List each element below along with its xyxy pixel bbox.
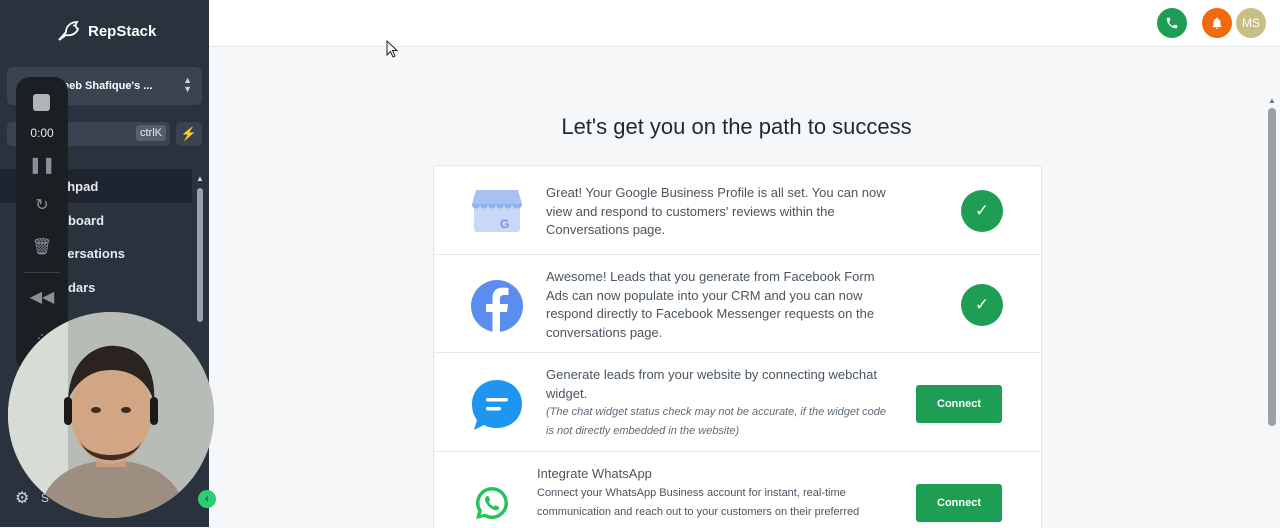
connect-whatsapp-button[interactable]: Connect: [916, 484, 1002, 522]
scroll-up-icon[interactable]: ▲: [1268, 96, 1276, 105]
chevron-left-icon: ‹: [205, 493, 209, 505]
row-description: Great! Your Google Business Profile is a…: [546, 185, 886, 238]
rewind-icon[interactable]: ◀◀: [16, 287, 68, 307]
recording-timer: 0:00: [30, 126, 54, 140]
sidebar-scrollbar[interactable]: ▲: [195, 174, 205, 324]
bell-icon: [1212, 17, 1222, 29]
notifications-button[interactable]: [1202, 8, 1232, 38]
webcam-overlay: [8, 312, 214, 518]
scrollbar-thumb[interactable]: [197, 188, 203, 322]
main-scrollbar[interactable]: ▲: [1266, 96, 1278, 527]
gear-icon[interactable]: ⚙: [15, 488, 29, 508]
chat-bubble-icon: [472, 380, 522, 430]
list-item-facebook: Awesome! Leads that you generate from Fa…: [434, 254, 1041, 353]
phone-button[interactable]: [1157, 8, 1187, 38]
list-item-webchat: Generate leads from your website by conn…: [434, 352, 1041, 452]
whatsapp-icon: [476, 487, 508, 519]
bird-logo-icon: [58, 21, 80, 41]
restart-icon[interactable]: ↻: [16, 195, 68, 215]
scroll-up-icon[interactable]: ▲: [196, 174, 204, 183]
check-circle-icon: ✓: [961, 284, 1003, 326]
row-title: Integrate WhatsApp: [537, 466, 652, 481]
account-name: eeb Shafique's ...: [63, 80, 153, 92]
list-item-google-business: G Great! Your Google Business Profile is…: [434, 166, 1041, 255]
lightning-icon: ⚡: [180, 126, 198, 141]
facebook-icon: [471, 280, 523, 333]
search-shortcut: ctrlK: [136, 125, 166, 141]
row-description: Connect your WhatsApp Business account f…: [537, 486, 860, 518]
avatar[interactable]: MS: [1236, 8, 1266, 38]
pause-icon[interactable]: ❚❚: [16, 155, 68, 175]
mouse-cursor-icon: [386, 40, 398, 58]
quick-actions-button[interactable]: ⚡: [176, 122, 202, 146]
brand-name: RepStack: [88, 22, 157, 40]
row-description: Awesome! Leads that you generate from Fa…: [546, 269, 875, 341]
brand-logo[interactable]: RepStack: [56, 18, 156, 44]
row-description-block: Generate leads from your website by conn…: [546, 366, 896, 441]
connect-webchat-button[interactable]: Connect: [916, 385, 1002, 423]
phone-icon: [1166, 17, 1178, 29]
stop-recording-button[interactable]: [33, 94, 50, 111]
chevron-up-down-icon: ▲ ▼: [183, 75, 192, 94]
row-description: Generate leads from your website by conn…: [546, 367, 877, 401]
trash-icon[interactable]: 🗑: [16, 237, 68, 257]
top-bar: MS: [209, 0, 1280, 47]
divider: [24, 272, 60, 273]
page-title: Let's get you on the path to success: [561, 114, 912, 139]
collapse-sidebar-button[interactable]: ‹: [198, 490, 216, 508]
scrollbar-thumb[interactable]: [1268, 108, 1276, 426]
webcam-person-image: [8, 312, 214, 518]
row-note: (The chat widget status check may not be…: [546, 406, 886, 438]
check-circle-icon: ✓: [961, 190, 1003, 232]
google-business-icon: G: [472, 190, 522, 232]
row-description-block: Integrate WhatsApp Connect your WhatsApp…: [537, 465, 897, 522]
list-item-whatsapp: Integrate WhatsApp Connect your WhatsApp…: [434, 451, 1041, 528]
sidebar-item-label: versations: [60, 246, 126, 261]
onboarding-checklist: G Great! Your Google Business Profile is…: [433, 165, 1042, 528]
svg-text:G: G: [500, 217, 509, 231]
